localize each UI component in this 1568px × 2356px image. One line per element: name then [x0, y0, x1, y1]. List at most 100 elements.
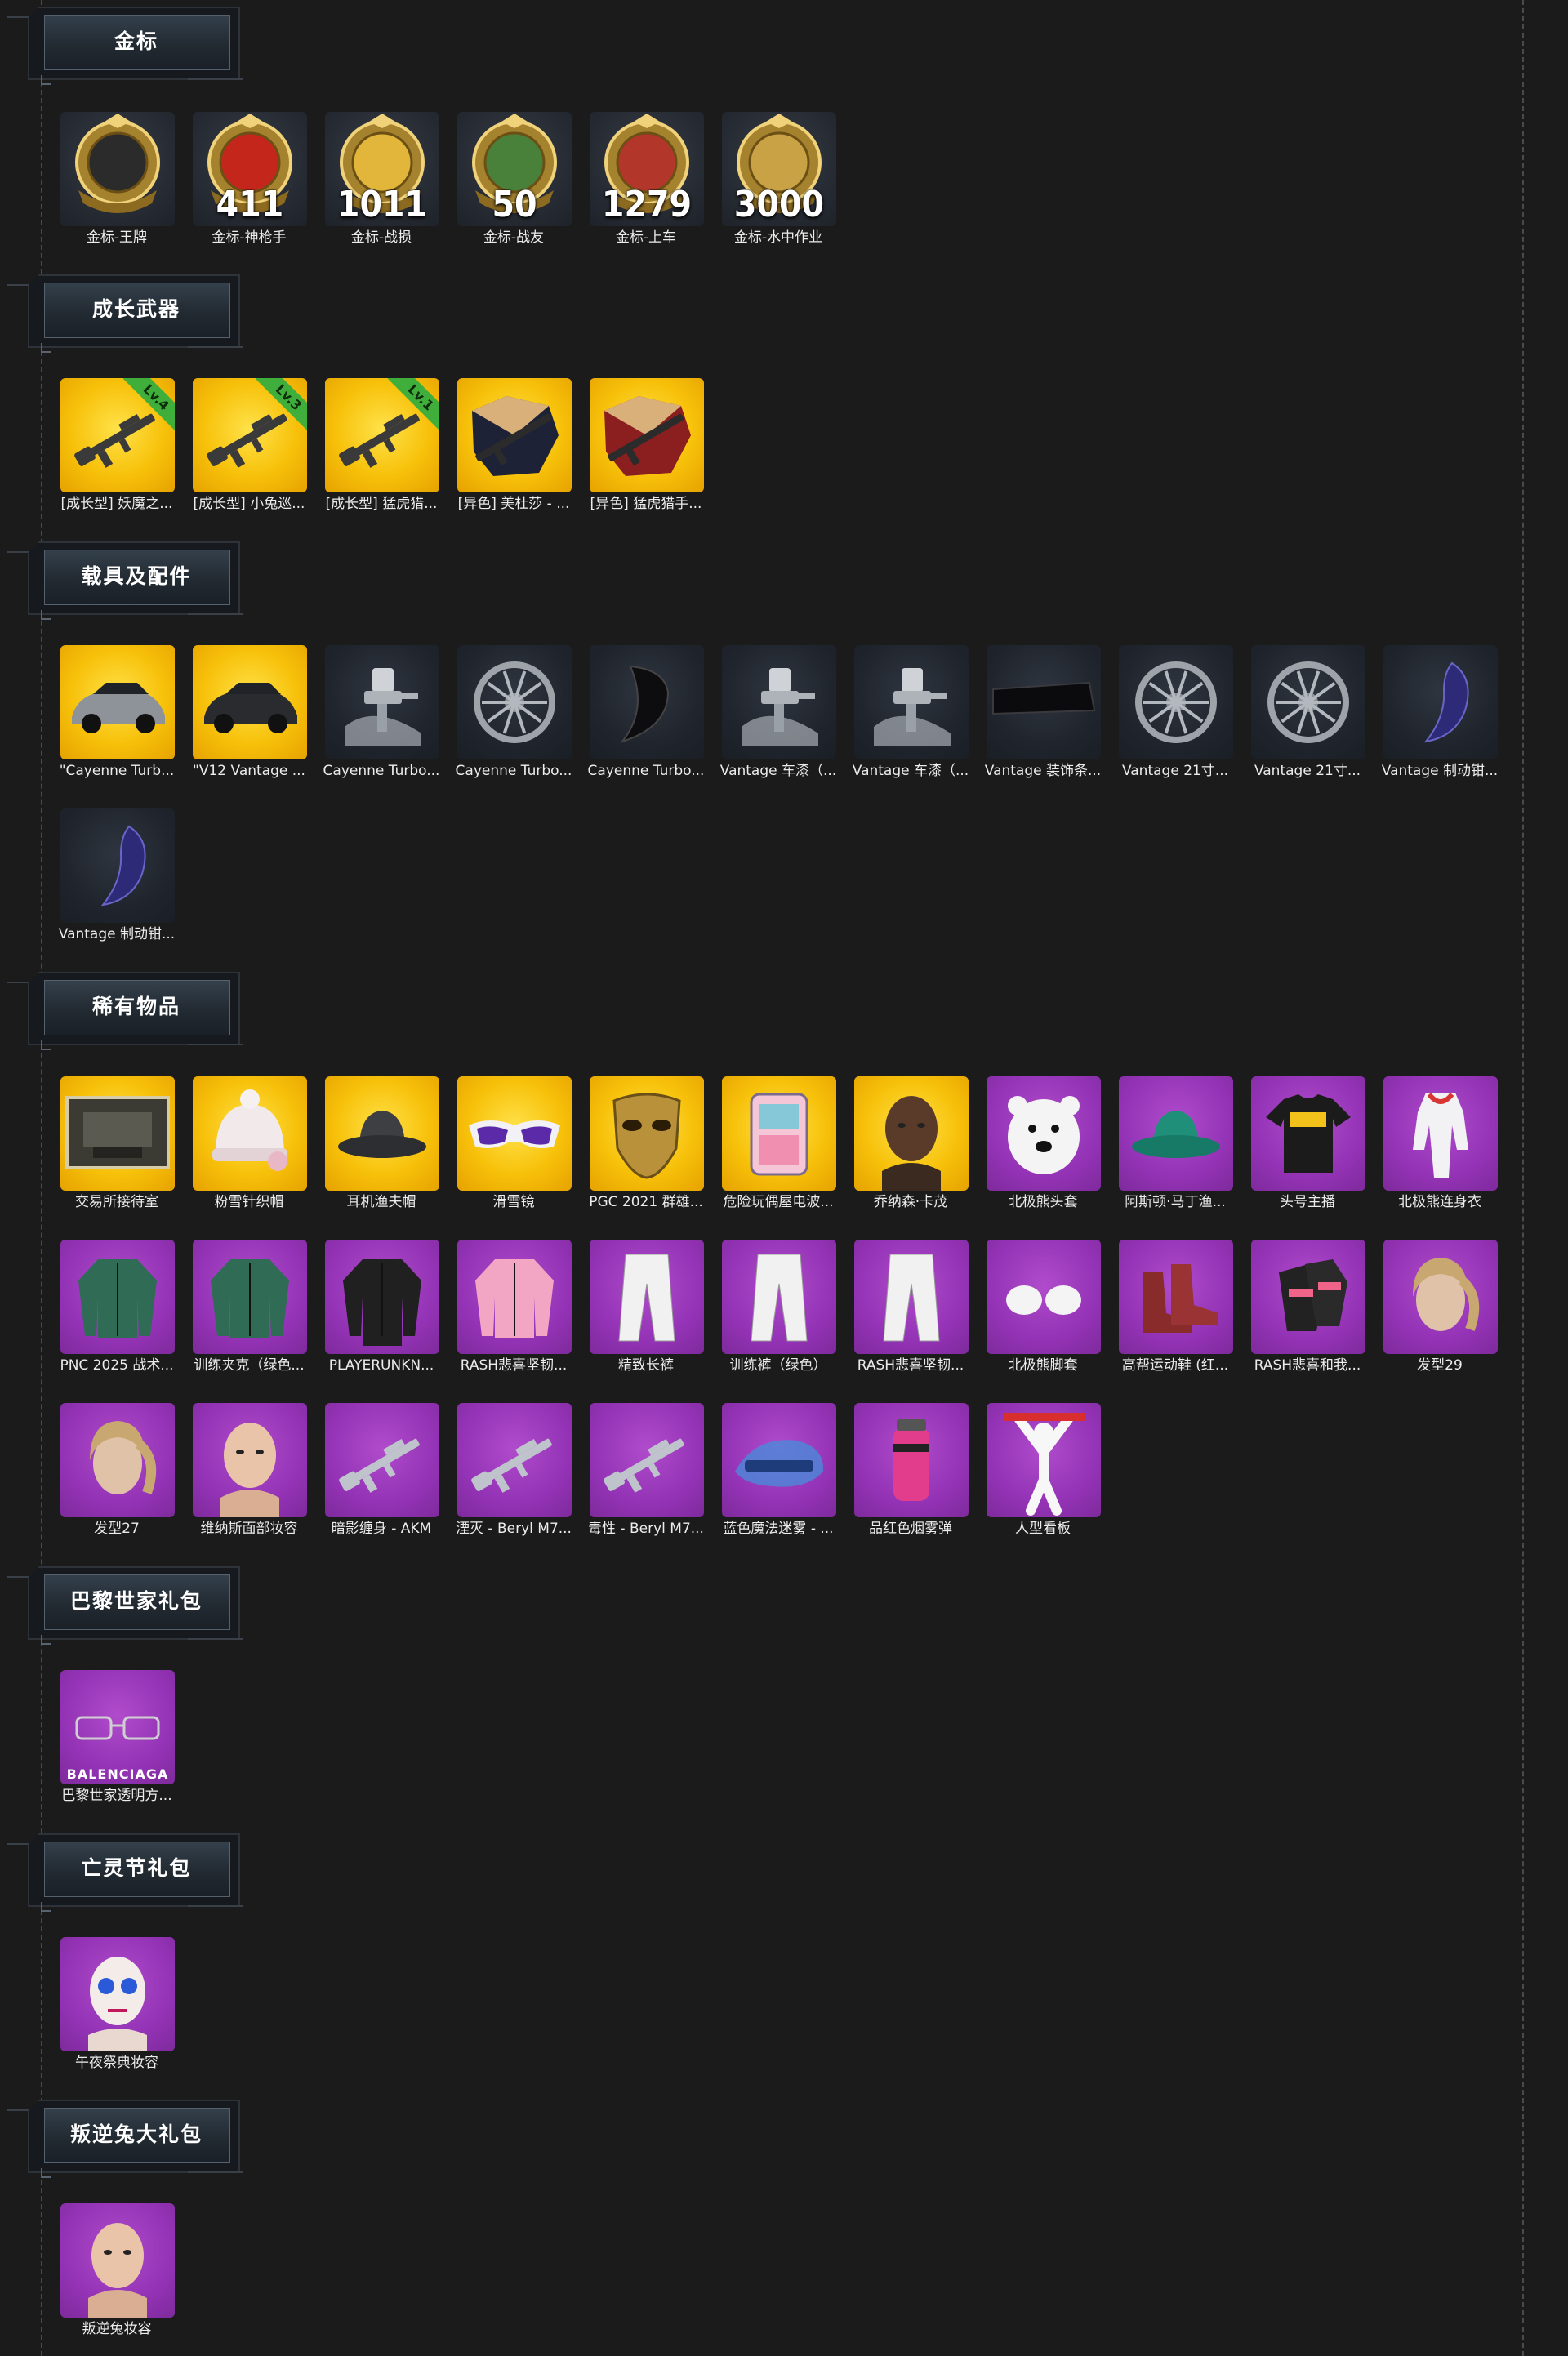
item-tile[interactable]: Lv.1: [325, 378, 439, 492]
inventory-item[interactable]: Cayenne Turbo...: [586, 645, 706, 782]
inventory-item[interactable]: 毒性 - Beryl M7...: [586, 1403, 706, 1540]
item-tile[interactable]: [60, 645, 175, 759]
inventory-item[interactable]: Lv.3 [成长型] 小兔巡...: [189, 378, 309, 515]
inventory-item[interactable]: Vantage 制动钳...: [1380, 645, 1499, 782]
item-tile[interactable]: 411: [193, 112, 307, 226]
item-tile[interactable]: [193, 1403, 307, 1517]
inventory-item[interactable]: 发型29: [1380, 1240, 1499, 1377]
item-tile[interactable]: [457, 378, 572, 492]
item-tile[interactable]: [457, 1076, 572, 1191]
inventory-item[interactable]: 北极熊连身衣: [1380, 1076, 1499, 1214]
item-tile[interactable]: [1251, 1240, 1365, 1354]
item-tile[interactable]: [987, 1240, 1101, 1354]
inventory-item[interactable]: 3000 金标-水中作业: [719, 112, 838, 249]
inventory-item[interactable]: Vantage 装饰条...: [983, 645, 1102, 782]
inventory-item[interactable]: [异色] 美杜莎 - ...: [454, 378, 573, 515]
inventory-item[interactable]: 交易所接待室: [57, 1076, 176, 1214]
item-tile[interactable]: [987, 645, 1101, 759]
item-tile[interactable]: [325, 645, 439, 759]
item-tile[interactable]: [1383, 645, 1498, 759]
inventory-item[interactable]: "V12 Vantage ...: [189, 645, 309, 782]
item-tile[interactable]: BALENCIAGA: [60, 1670, 175, 1784]
inventory-item[interactable]: Vantage 车漆（...: [851, 645, 970, 782]
item-tile[interactable]: [987, 1076, 1101, 1191]
inventory-item[interactable]: 维纳斯面部妆容: [189, 1403, 309, 1540]
inventory-item[interactable]: Cayenne Turbo...: [322, 645, 441, 782]
inventory-item[interactable]: 滑雪镜: [454, 1076, 573, 1214]
inventory-item[interactable]: 午夜祭典妆容: [57, 1937, 176, 2074]
item-tile[interactable]: [590, 378, 704, 492]
item-tile[interactable]: [457, 1403, 572, 1517]
inventory-item[interactable]: 叛逆兔妆容: [57, 2203, 176, 2340]
item-tile[interactable]: [854, 1076, 969, 1191]
item-tile[interactable]: [722, 1403, 836, 1517]
inventory-item[interactable]: 头号主播: [1248, 1076, 1367, 1214]
item-tile[interactable]: 50: [457, 112, 572, 226]
item-tile[interactable]: [1119, 645, 1233, 759]
inventory-item[interactable]: Vantage 车漆（...: [719, 645, 838, 782]
item-tile[interactable]: [854, 1403, 969, 1517]
item-tile[interactable]: 1011: [325, 112, 439, 226]
inventory-item[interactable]: 阿斯顿·马丁渔...: [1116, 1076, 1235, 1214]
inventory-item[interactable]: 训练夹克（绿色...: [189, 1240, 309, 1377]
item-tile[interactable]: [1119, 1076, 1233, 1191]
inventory-item[interactable]: RASH悲喜坚韧...: [851, 1240, 970, 1377]
item-tile[interactable]: [854, 1240, 969, 1354]
inventory-item[interactable]: Vantage 制动钳...: [57, 808, 176, 946]
item-tile[interactable]: [60, 1076, 175, 1191]
item-tile[interactable]: [60, 2203, 175, 2318]
inventory-item[interactable]: "Cayenne Turb...: [57, 645, 176, 782]
item-tile[interactable]: [60, 1240, 175, 1354]
inventory-item[interactable]: 1011 金标-战损: [322, 112, 441, 249]
item-tile[interactable]: [987, 1403, 1101, 1517]
item-tile[interactable]: [722, 645, 836, 759]
inventory-item[interactable]: 北极熊脚套: [983, 1240, 1102, 1377]
inventory-item[interactable]: 暗影缠身 - AKM: [322, 1403, 441, 1540]
item-tile[interactable]: [60, 112, 175, 226]
item-tile[interactable]: [590, 645, 704, 759]
item-tile[interactable]: [722, 1240, 836, 1354]
item-tile[interactable]: [590, 1403, 704, 1517]
inventory-item[interactable]: 精致长裤: [586, 1240, 706, 1377]
item-tile[interactable]: [325, 1403, 439, 1517]
inventory-item[interactable]: 411 金标-神枪手: [189, 112, 309, 249]
item-tile[interactable]: [325, 1076, 439, 1191]
item-tile[interactable]: [1383, 1076, 1498, 1191]
inventory-item[interactable]: 北极熊头套: [983, 1076, 1102, 1214]
item-tile[interactable]: [457, 645, 572, 759]
item-tile[interactable]: [1251, 1076, 1365, 1191]
item-tile[interactable]: [193, 645, 307, 759]
item-tile[interactable]: 1279: [590, 112, 704, 226]
item-tile[interactable]: [854, 645, 969, 759]
item-tile[interactable]: Lv.4: [60, 378, 175, 492]
inventory-item[interactable]: 训练裤（绿色）: [719, 1240, 838, 1377]
inventory-item[interactable]: 品红色烟雾弹: [851, 1403, 970, 1540]
item-tile[interactable]: [1251, 645, 1365, 759]
item-tile[interactable]: [722, 1076, 836, 1191]
item-tile[interactable]: [60, 1937, 175, 2051]
inventory-item[interactable]: PGC 2021 群雄...: [586, 1076, 706, 1214]
item-tile[interactable]: [590, 1240, 704, 1354]
item-tile[interactable]: [1383, 1240, 1498, 1354]
item-tile[interactable]: [590, 1076, 704, 1191]
item-tile[interactable]: 3000: [722, 112, 836, 226]
item-tile[interactable]: [1119, 1240, 1233, 1354]
inventory-item[interactable]: PNC 2025 战术...: [57, 1240, 176, 1377]
inventory-item[interactable]: Vantage 21寸...: [1248, 645, 1367, 782]
inventory-item[interactable]: 乔纳森·卡茂: [851, 1076, 970, 1214]
inventory-item[interactable]: 发型27: [57, 1403, 176, 1540]
inventory-item[interactable]: 蓝色魔法迷雾 - ...: [719, 1403, 838, 1540]
inventory-item[interactable]: 危险玩偶屋电波...: [719, 1076, 838, 1214]
inventory-item[interactable]: BALENCIAGA 巴黎世家透明方...: [57, 1670, 176, 1807]
inventory-item[interactable]: 50 金标-战友: [454, 112, 573, 249]
inventory-item[interactable]: Cayenne Turbo...: [454, 645, 573, 782]
item-tile[interactable]: [60, 808, 175, 923]
inventory-item[interactable]: 金标-王牌: [57, 112, 176, 249]
inventory-item[interactable]: [异色] 猛虎猎手...: [586, 378, 706, 515]
inventory-item[interactable]: 粉雪针织帽: [189, 1076, 309, 1214]
inventory-item[interactable]: 人型看板: [983, 1403, 1102, 1540]
item-tile[interactable]: [193, 1240, 307, 1354]
inventory-item[interactable]: 高帮运动鞋 (红...: [1116, 1240, 1235, 1377]
item-tile[interactable]: [60, 1403, 175, 1517]
inventory-item[interactable]: 1279 金标-上车: [586, 112, 706, 249]
